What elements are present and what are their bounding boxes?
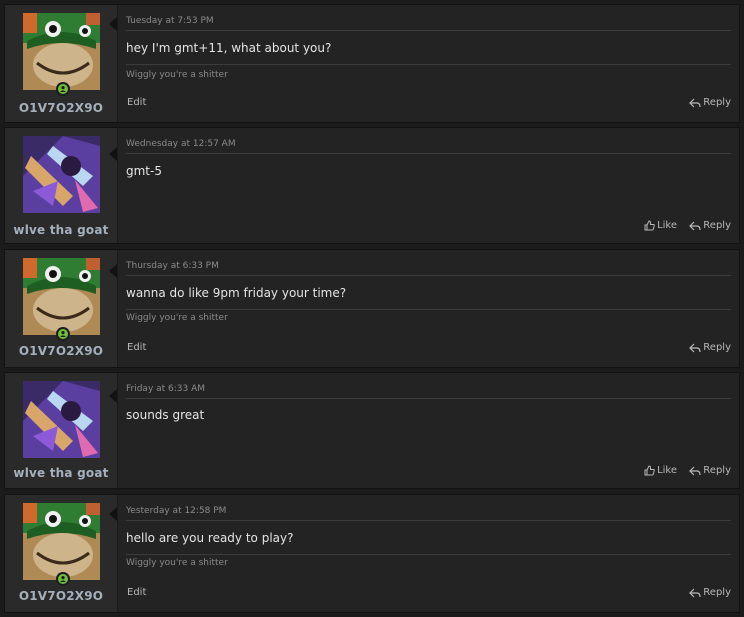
divider: [126, 30, 731, 31]
reply-label: Reply: [703, 587, 731, 598]
reply-button[interactable]: Reply: [689, 97, 731, 108]
online-status-icon: [56, 327, 70, 341]
reply-icon: [689, 466, 701, 475]
message-content: Thursday at 6:33 PM wanna do like 9pm fr…: [126, 250, 731, 367]
user-column: wlve tha goat: [5, 373, 118, 488]
edit-button[interactable]: Edit: [127, 342, 146, 353]
reply-label: Reply: [703, 465, 731, 476]
signature: Wiggly you're a shitter: [126, 70, 228, 80]
message-content: Wednesday at 12:57 AM gmt-5 Like Reply: [126, 128, 731, 243]
username[interactable]: O1V7O2X9O: [5, 101, 117, 115]
edit-label: Edit: [127, 342, 147, 353]
divider: [126, 520, 731, 521]
thumbs-up-icon: [644, 465, 655, 476]
thumbs-up-icon: [644, 220, 655, 231]
online-status-icon: [56, 572, 70, 586]
like-button[interactable]: Like: [644, 220, 677, 231]
post-date[interactable]: Yesterday at 12:58 PM: [126, 506, 226, 516]
reply-button[interactable]: Reply: [689, 220, 731, 231]
user-column: O1V7O2X9O: [5, 495, 118, 612]
edit-button[interactable]: Edit: [127, 97, 146, 108]
signature: Wiggly you're a shitter: [126, 558, 228, 568]
username[interactable]: wlve tha goat: [5, 223, 117, 237]
reply-icon: [689, 221, 701, 230]
divider: [126, 153, 731, 154]
user-column: wlve tha goat: [5, 128, 118, 243]
divider: [126, 275, 731, 276]
message-post: O1V7O2X9O Tuesday at 7:53 PM hey I'm gmt…: [4, 4, 740, 123]
avatar[interactable]: [23, 503, 100, 580]
post-date[interactable]: Tuesday at 7:53 PM: [126, 16, 214, 26]
user-column: O1V7O2X9O: [5, 250, 118, 367]
post-date[interactable]: Thursday at 6:33 PM: [126, 261, 219, 271]
avatar[interactable]: [23, 258, 100, 335]
reply-label: Reply: [703, 97, 731, 108]
message-post: wlve tha goat Friday at 6:33 AM sounds g…: [4, 372, 740, 489]
message-text: wanna do like 9pm friday your time?: [126, 286, 347, 300]
speech-arrow: [109, 17, 117, 31]
online-status-icon: [56, 82, 70, 96]
message-content: Yesterday at 12:58 PM hello are you read…: [126, 495, 731, 612]
reply-label: Reply: [703, 342, 731, 353]
speech-arrow: [109, 507, 117, 521]
message-post: wlve tha goat Wednesday at 12:57 AM gmt-…: [4, 127, 740, 244]
reply-icon: [689, 588, 701, 597]
avatar[interactable]: [23, 13, 100, 90]
like-button[interactable]: Like: [644, 465, 677, 476]
user-column: O1V7O2X9O: [5, 5, 118, 122]
edit-label: Edit: [127, 97, 147, 108]
speech-arrow: [109, 147, 117, 161]
message-content: Tuesday at 7:53 PM hey I'm gmt+11, what …: [126, 5, 731, 122]
reply-icon: [689, 343, 701, 352]
message-thread: O1V7O2X9O Tuesday at 7:53 PM hey I'm gmt…: [0, 0, 744, 617]
signature: Wiggly you're a shitter: [126, 313, 228, 323]
message-text: sounds great: [126, 408, 205, 422]
username[interactable]: O1V7O2X9O: [5, 344, 117, 358]
speech-arrow: [109, 264, 117, 278]
reply-icon: [689, 98, 701, 107]
like-label: Like: [657, 465, 677, 476]
reply-button[interactable]: Reply: [689, 465, 731, 476]
reply-button[interactable]: Reply: [689, 587, 731, 598]
avatar[interactable]: [23, 381, 100, 458]
message-post: O1V7O2X9O Thursday at 6:33 PM wanna do l…: [4, 249, 740, 368]
reply-button[interactable]: Reply: [689, 342, 731, 353]
post-date[interactable]: Friday at 6:33 AM: [126, 384, 205, 394]
post-date[interactable]: Wednesday at 12:57 AM: [126, 139, 236, 149]
reply-label: Reply: [703, 220, 731, 231]
speech-arrow: [109, 389, 117, 403]
message-text: hello are you ready to play?: [126, 531, 294, 545]
message-content: Friday at 6:33 AM sounds great Like Repl…: [126, 373, 731, 488]
divider: [126, 64, 731, 65]
message-text: hey I'm gmt+11, what about you?: [126, 41, 332, 55]
divider: [126, 309, 731, 310]
edit-label: Edit: [127, 587, 147, 598]
message-text: gmt-5: [126, 164, 162, 178]
message-post: O1V7O2X9O Yesterday at 12:58 PM hello ar…: [4, 494, 740, 613]
edit-button[interactable]: Edit: [127, 587, 146, 598]
like-label: Like: [657, 220, 677, 231]
username[interactable]: wlve tha goat: [5, 466, 117, 480]
avatar[interactable]: [23, 136, 100, 213]
divider: [126, 554, 731, 555]
divider: [126, 398, 731, 399]
username[interactable]: O1V7O2X9O: [5, 589, 117, 603]
